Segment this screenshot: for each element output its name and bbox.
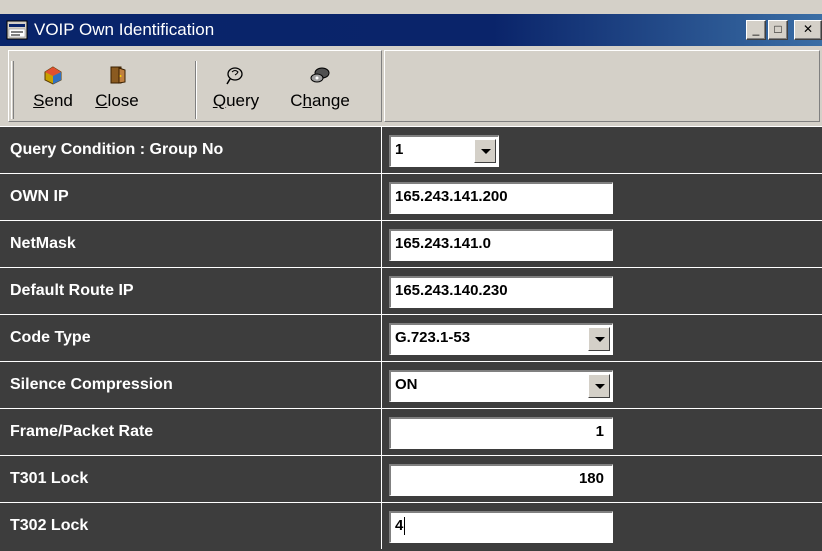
close-icon: ✕ [802, 22, 814, 36]
toolbar: Send Close Query Change [0, 46, 822, 126]
query-button[interactable]: Query [203, 59, 269, 123]
form-row-default-route: Default Route IP 165.243.140.230 [0, 267, 822, 314]
own-ip-label: OWN IP [10, 188, 69, 205]
text-cursor [404, 517, 406, 536]
form-row-code-type: Code Type G.723.1-53 [0, 314, 822, 361]
change-icon [310, 67, 330, 83]
chevron-down-icon[interactable] [588, 327, 610, 351]
netmask-input[interactable]: 165.243.141.0 [389, 229, 613, 261]
toolbar-empty-area [384, 50, 820, 122]
minimize-icon: _ [752, 22, 760, 36]
frame-packet-rate-input[interactable]: 1 [389, 417, 613, 449]
title-bar[interactable]: VOIP Own Identification _ □ ✕ [0, 14, 822, 46]
frame-packet-rate-label: Frame/Packet Rate [10, 423, 154, 440]
form-row-t301-lock: T301 Lock 180 [0, 455, 822, 502]
default-route-label: Default Route IP [10, 282, 134, 299]
minimize-button[interactable]: _ [746, 20, 766, 40]
app-window-icon [6, 20, 28, 40]
send-icon [44, 66, 62, 85]
code-type-select[interactable]: G.723.1-53 [389, 323, 613, 355]
window-title: VOIP Own Identification [34, 20, 215, 39]
silence-compression-select[interactable]: ON [389, 370, 613, 402]
query-icon [226, 67, 243, 85]
t302-lock-label: T302 Lock [10, 517, 89, 534]
default-route-input[interactable]: 165.243.140.230 [389, 276, 613, 308]
door-icon [110, 66, 126, 84]
toolbar-button-panel: Send Close Query Change [8, 50, 382, 122]
chevron-down-icon[interactable] [588, 374, 610, 398]
form-row-query-condition: Query Condition : Group No 1 [0, 126, 822, 173]
t301-lock-label: T301 Lock [10, 470, 89, 487]
group-no-select[interactable]: 1 [389, 135, 499, 167]
close-button[interactable]: Close [85, 59, 149, 123]
identification-form: Query Condition : Group No 1 OWN IP 165.… [0, 126, 822, 551]
form-row-t302-lock: T302 Lock 4 [0, 502, 822, 549]
t302-lock-input[interactable]: 4 [389, 511, 613, 543]
maximize-button[interactable]: □ [768, 20, 788, 40]
toolbar-separator [195, 61, 197, 119]
t301-lock-input[interactable]: 180 [389, 464, 613, 496]
toolbar-grip[interactable] [11, 61, 14, 119]
netmask-label: NetMask [10, 235, 76, 252]
close-window-button[interactable]: ✕ [794, 20, 822, 40]
silence-compression-label: Silence Compression [10, 376, 173, 393]
query-condition-label: Query Condition : Group No [10, 141, 224, 158]
form-row-frame-rate: Frame/Packet Rate 1 [0, 408, 822, 455]
change-button[interactable]: Change [279, 59, 361, 123]
form-row-silence-compression: Silence Compression ON [0, 361, 822, 408]
send-label: Send [33, 91, 73, 110]
maximize-icon: □ [774, 22, 782, 36]
change-label: Change [290, 91, 350, 110]
send-button[interactable]: Send [23, 59, 83, 123]
own-ip-input[interactable]: 165.243.141.200 [389, 182, 613, 214]
code-type-label: Code Type [10, 329, 91, 346]
form-row-own-ip: OWN IP 165.243.141.200 [0, 173, 822, 220]
close-label: Close [95, 91, 139, 110]
voip-own-identification-window: VOIP Own Identification _ □ ✕ Send Close… [0, 0, 822, 551]
query-label: Query [212, 91, 260, 110]
chevron-down-icon[interactable] [474, 139, 496, 163]
form-row-netmask: NetMask 165.243.141.0 [0, 220, 822, 267]
